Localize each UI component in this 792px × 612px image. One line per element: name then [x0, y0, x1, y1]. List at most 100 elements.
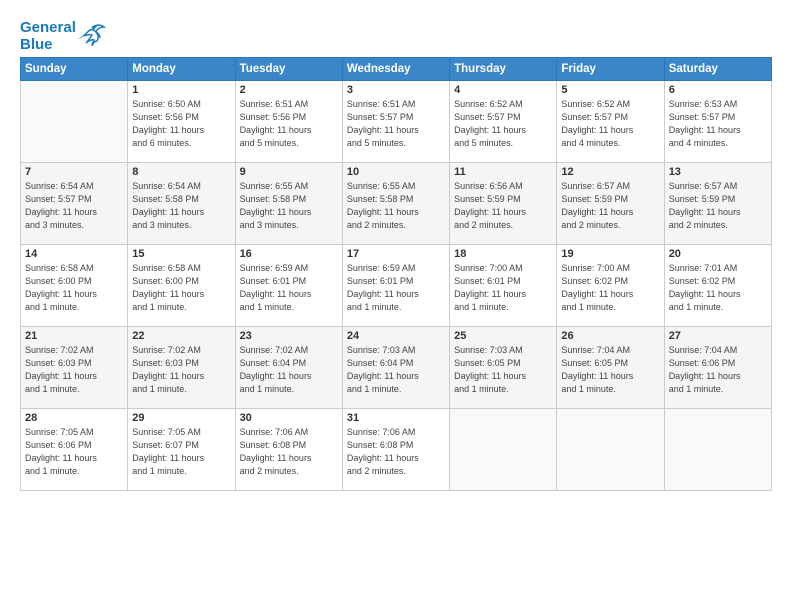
day-number: 4 — [454, 84, 552, 96]
day-number: 31 — [347, 412, 445, 424]
day-number: 30 — [240, 412, 338, 424]
day-info: Sunrise: 6:55 AM Sunset: 5:58 PM Dayligh… — [347, 180, 445, 232]
day-info: Sunrise: 7:06 AM Sunset: 6:08 PM Dayligh… — [347, 426, 445, 478]
day-cell — [21, 81, 128, 163]
page: General Blue SundayMondayTuesdayWednesda… — [0, 0, 792, 612]
day-info: Sunrise: 6:51 AM Sunset: 5:56 PM Dayligh… — [240, 98, 338, 150]
calendar-table: SundayMondayTuesdayWednesdayThursdayFrid… — [20, 57, 772, 491]
logo-general: General — [20, 19, 76, 36]
day-cell: 28 Sunrise: 7:05 AM Sunset: 6:06 PM Dayli… — [21, 409, 128, 491]
day-number: 11 — [454, 166, 552, 178]
day-cell: 27 Sunrise: 7:04 AM Sunset: 6:06 PM Dayli… — [664, 327, 771, 409]
day-cell: 17 Sunrise: 6:59 AM Sunset: 6:01 PM Dayli… — [342, 245, 449, 327]
day-number: 1 — [132, 84, 230, 96]
day-cell: 1Sunrise: 6:50 AM Sunset: 5:56 PM Daylig… — [128, 81, 235, 163]
day-cell: 21 Sunrise: 7:02 AM Sunset: 6:03 PM Dayli… — [21, 327, 128, 409]
day-info: Sunrise: 6:51 AM Sunset: 5:57 PM Dayligh… — [347, 98, 445, 150]
day-info: Sunrise: 7:05 AM Sunset: 6:07 PM Dayligh… — [132, 426, 230, 478]
col-header-saturday: Saturday — [664, 58, 771, 81]
day-number: 18 — [454, 248, 552, 260]
day-number: 26 — [561, 330, 659, 342]
day-info: Sunrise: 7:02 AM Sunset: 6:04 PM Dayligh… — [240, 344, 338, 396]
day-number: 25 — [454, 330, 552, 342]
day-cell — [557, 409, 664, 491]
day-cell: 9Sunrise: 6:55 AM Sunset: 5:58 PM Daylig… — [235, 163, 342, 245]
logo-text: General — [20, 20, 76, 37]
day-info: Sunrise: 6:57 AM Sunset: 5:59 PM Dayligh… — [669, 180, 767, 232]
day-number: 3 — [347, 84, 445, 96]
day-number: 14 — [25, 248, 123, 260]
day-cell: 20 Sunrise: 7:01 AM Sunset: 6:02 PM Dayli… — [664, 245, 771, 327]
day-number: 10 — [347, 166, 445, 178]
day-number: 17 — [347, 248, 445, 260]
day-info: Sunrise: 6:54 AM Sunset: 5:57 PM Dayligh… — [25, 180, 123, 232]
col-header-wednesday: Wednesday — [342, 58, 449, 81]
day-cell: 13Sunrise: 6:57 AM Sunset: 5:59 PM Dayli… — [664, 163, 771, 245]
day-cell: 18 Sunrise: 7:00 AM Sunset: 6:01 PM Dayli… — [450, 245, 557, 327]
day-number: 2 — [240, 84, 338, 96]
day-info: Sunrise: 6:53 AM Sunset: 5:57 PM Dayligh… — [669, 98, 767, 150]
day-number: 8 — [132, 166, 230, 178]
day-cell: 4 Sunrise: 6:52 AM Sunset: 5:57 PM Daylig… — [450, 81, 557, 163]
day-info: Sunrise: 7:04 AM Sunset: 6:05 PM Dayligh… — [561, 344, 659, 396]
day-cell: 15 Sunrise: 6:58 AM Sunset: 6:00 PM Dayli… — [128, 245, 235, 327]
logo-blue: Blue — [20, 37, 76, 54]
day-info: Sunrise: 7:02 AM Sunset: 6:03 PM Dayligh… — [132, 344, 230, 396]
day-info: Sunrise: 7:03 AM Sunset: 6:04 PM Dayligh… — [347, 344, 445, 396]
week-row-3: 14 Sunrise: 6:58 AM Sunset: 6:00 PM Dayli… — [21, 245, 772, 327]
week-row-1: 1Sunrise: 6:50 AM Sunset: 5:56 PM Daylig… — [21, 81, 772, 163]
day-info: Sunrise: 7:00 AM Sunset: 6:02 PM Dayligh… — [561, 262, 659, 314]
logo-bird-icon — [78, 24, 106, 46]
day-cell: 10 Sunrise: 6:55 AM Sunset: 5:58 PM Dayli… — [342, 163, 449, 245]
week-row-4: 21 Sunrise: 7:02 AM Sunset: 6:03 PM Dayli… — [21, 327, 772, 409]
day-info: Sunrise: 6:55 AM Sunset: 5:58 PM Dayligh… — [240, 180, 338, 232]
day-cell: 26 Sunrise: 7:04 AM Sunset: 6:05 PM Dayli… — [557, 327, 664, 409]
day-number: 27 — [669, 330, 767, 342]
day-cell: 30 Sunrise: 7:06 AM Sunset: 6:08 PM Dayli… — [235, 409, 342, 491]
day-info: Sunrise: 7:06 AM Sunset: 6:08 PM Dayligh… — [240, 426, 338, 478]
day-cell: 7Sunrise: 6:54 AM Sunset: 5:57 PM Daylig… — [21, 163, 128, 245]
header-row: SundayMondayTuesdayWednesdayThursdayFrid… — [21, 58, 772, 81]
day-info: Sunrise: 7:00 AM Sunset: 6:01 PM Dayligh… — [454, 262, 552, 314]
day-number: 15 — [132, 248, 230, 260]
day-cell: 19 Sunrise: 7:00 AM Sunset: 6:02 PM Dayli… — [557, 245, 664, 327]
day-number: 24 — [347, 330, 445, 342]
day-info: Sunrise: 6:52 AM Sunset: 5:57 PM Dayligh… — [454, 98, 552, 150]
day-number: 16 — [240, 248, 338, 260]
day-info: Sunrise: 6:58 AM Sunset: 6:00 PM Dayligh… — [132, 262, 230, 314]
day-info: Sunrise: 7:05 AM Sunset: 6:06 PM Dayligh… — [25, 426, 123, 478]
day-cell: 12 Sunrise: 6:57 AM Sunset: 5:59 PM Dayli… — [557, 163, 664, 245]
day-cell: 24 Sunrise: 7:03 AM Sunset: 6:04 PM Dayli… — [342, 327, 449, 409]
day-info: Sunrise: 6:54 AM Sunset: 5:58 PM Dayligh… — [132, 180, 230, 232]
day-cell — [450, 409, 557, 491]
header: General Blue — [20, 18, 772, 53]
day-info: Sunrise: 6:59 AM Sunset: 6:01 PM Dayligh… — [347, 262, 445, 314]
day-cell: 2 Sunrise: 6:51 AM Sunset: 5:56 PM Daylig… — [235, 81, 342, 163]
day-number: 19 — [561, 248, 659, 260]
day-cell: 25Sunrise: 7:03 AM Sunset: 6:05 PM Dayli… — [450, 327, 557, 409]
day-number: 12 — [561, 166, 659, 178]
day-cell: 14 Sunrise: 6:58 AM Sunset: 6:00 PM Dayli… — [21, 245, 128, 327]
day-cell — [664, 409, 771, 491]
day-info: Sunrise: 6:58 AM Sunset: 6:00 PM Dayligh… — [25, 262, 123, 314]
day-cell: 8 Sunrise: 6:54 AM Sunset: 5:58 PM Daylig… — [128, 163, 235, 245]
day-number: 20 — [669, 248, 767, 260]
col-header-friday: Friday — [557, 58, 664, 81]
day-number: 21 — [25, 330, 123, 342]
day-number: 29 — [132, 412, 230, 424]
day-info: Sunrise: 6:52 AM Sunset: 5:57 PM Dayligh… — [561, 98, 659, 150]
day-info: Sunrise: 7:04 AM Sunset: 6:06 PM Dayligh… — [669, 344, 767, 396]
week-row-5: 28 Sunrise: 7:05 AM Sunset: 6:06 PM Dayli… — [21, 409, 772, 491]
day-cell: 5Sunrise: 6:52 AM Sunset: 5:57 PM Daylig… — [557, 81, 664, 163]
day-info: Sunrise: 6:57 AM Sunset: 5:59 PM Dayligh… — [561, 180, 659, 232]
day-number: 28 — [25, 412, 123, 424]
day-info: Sunrise: 7:01 AM Sunset: 6:02 PM Dayligh… — [669, 262, 767, 314]
day-cell: 29 Sunrise: 7:05 AM Sunset: 6:07 PM Dayli… — [128, 409, 235, 491]
day-info: Sunrise: 7:02 AM Sunset: 6:03 PM Dayligh… — [25, 344, 123, 396]
day-cell: 31 Sunrise: 7:06 AM Sunset: 6:08 PM Dayli… — [342, 409, 449, 491]
day-cell: 6 Sunrise: 6:53 AM Sunset: 5:57 PM Daylig… — [664, 81, 771, 163]
logo: General Blue — [20, 20, 106, 53]
day-number: 22 — [132, 330, 230, 342]
day-number: 6 — [669, 84, 767, 96]
day-cell: 16Sunrise: 6:59 AM Sunset: 6:01 PM Dayli… — [235, 245, 342, 327]
